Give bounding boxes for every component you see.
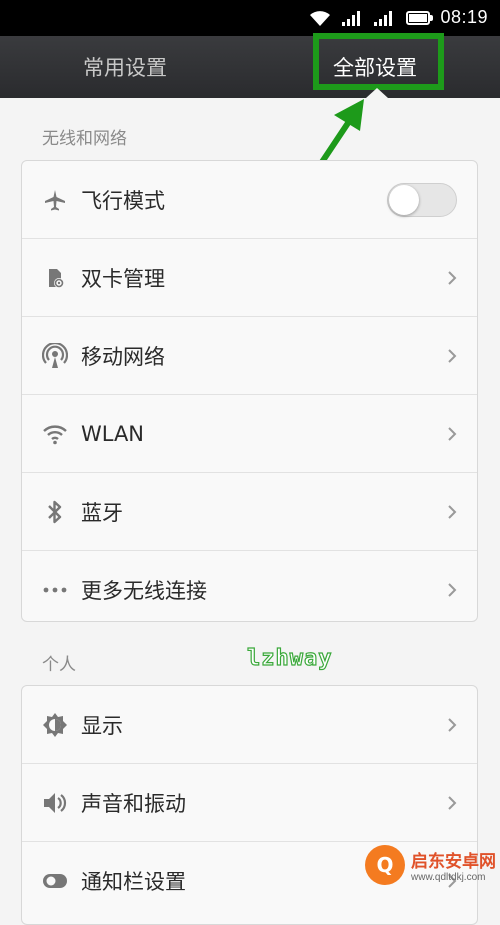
highlight-annotation-box xyxy=(313,33,444,90)
settings-item-bluetooth[interactable]: 蓝牙 xyxy=(22,473,477,551)
battery-icon xyxy=(406,10,434,25)
more-dots-icon xyxy=(42,577,68,603)
chevron-right-icon xyxy=(448,795,457,810)
site-watermark-badge: Q 启东安卓网 www.qdltdkj.com xyxy=(365,845,496,885)
wifi-icon xyxy=(42,421,68,447)
settings-item-mobile-network[interactable]: 移动网络 xyxy=(22,317,477,395)
settings-item-label: 通知栏设置 xyxy=(81,869,186,894)
speaker-icon xyxy=(42,790,68,816)
chevron-right-icon xyxy=(448,270,457,285)
settings-item-label: 双卡管理 xyxy=(81,266,165,291)
settings-item-dual-sim[interactable]: 双卡管理 xyxy=(22,239,477,317)
chevron-right-icon xyxy=(448,717,457,732)
chevron-right-icon xyxy=(448,348,457,363)
settings-item-sound[interactable]: 声音和振动 xyxy=(22,764,477,842)
settings-item-label: 声音和振动 xyxy=(81,791,186,816)
settings-item-airplane-mode[interactable]: 飞行模式 xyxy=(22,161,477,239)
bluetooth-icon xyxy=(42,499,68,525)
toggle-knob xyxy=(389,184,419,215)
status-bar: 08:19 xyxy=(0,0,500,36)
wifi-signal-icon xyxy=(310,10,331,26)
tab-common-settings[interactable]: 常用设置 xyxy=(0,36,250,98)
personal-settings-card: 显示 声音和振动 通知栏设置 xyxy=(21,685,478,925)
site-logo-icon: Q xyxy=(365,845,405,885)
section-title-personal: 个人 xyxy=(42,655,76,675)
settings-item-label: 更多无线连接 xyxy=(81,578,207,603)
sim-card-icon xyxy=(42,265,68,291)
airplane-icon xyxy=(42,187,68,213)
chevron-right-icon xyxy=(448,504,457,519)
clock: 08:19 xyxy=(440,7,488,27)
brightness-icon xyxy=(42,712,68,738)
chevron-right-icon xyxy=(448,582,457,597)
cellular-signal-icon xyxy=(342,10,361,26)
airplane-mode-toggle[interactable] xyxy=(387,182,457,217)
settings-item-label: 显示 xyxy=(81,713,123,738)
mobile-network-icon xyxy=(42,342,68,369)
settings-item-label: 飞行模式 xyxy=(81,188,165,213)
site-url: www.qdltdkj.com xyxy=(411,872,486,883)
cellular-signal-icon-2 xyxy=(374,10,393,26)
settings-item-wlan[interactable]: WLAN xyxy=(22,395,477,473)
chevron-right-icon xyxy=(448,426,457,441)
watermark-text: lzhway xyxy=(246,645,333,671)
site-name: 启东安卓网 xyxy=(411,852,496,872)
notification-toggle-icon xyxy=(42,868,68,894)
settings-item-label: 蓝牙 xyxy=(81,500,123,525)
settings-item-label: 移动网络 xyxy=(81,344,165,369)
section-title-wireless: 无线和网络 xyxy=(42,129,127,149)
settings-item-label: WLAN xyxy=(81,421,145,446)
settings-item-display[interactable]: 显示 xyxy=(22,686,477,764)
wireless-settings-card: 飞行模式 双卡管理 移动网络 WLAN 蓝牙 更多无线连接 xyxy=(21,160,478,622)
settings-item-more-wireless[interactable]: 更多无线连接 xyxy=(22,551,477,621)
